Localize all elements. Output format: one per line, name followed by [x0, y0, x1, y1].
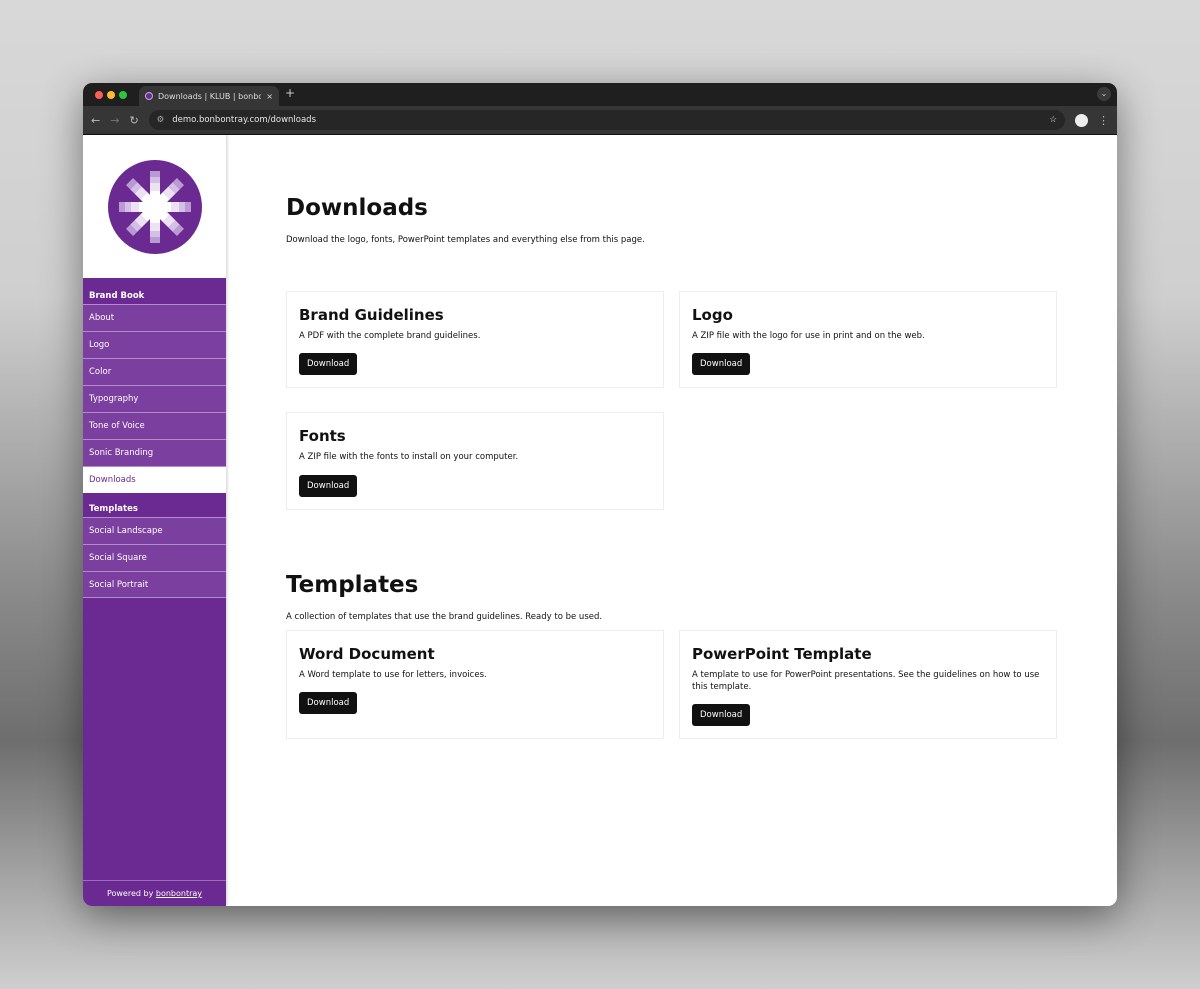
- browser-window: Downloads | KLUB | bonbontray × + ⌄ ← → …: [83, 83, 1117, 906]
- card-title: PowerPoint Template: [692, 644, 872, 663]
- sidebar-item-social-portrait[interactable]: Social Portrait: [83, 571, 226, 598]
- templates-grid: Word Document A Word template to use for…: [286, 629, 1117, 740]
- sidebar-section-brand-book: Brand Book: [89, 291, 145, 301]
- download-button[interactable]: Download: [299, 353, 358, 376]
- reload-icon[interactable]: ↻: [129, 114, 138, 127]
- site-settings-icon[interactable]: ⚙: [157, 115, 165, 125]
- page-description: Download the logo, fonts, PowerPoint tem…: [286, 235, 645, 245]
- card-title: Logo: [692, 306, 733, 324]
- minimize-window-button[interactable]: [107, 91, 115, 99]
- back-icon[interactable]: ←: [91, 114, 100, 127]
- template-card-powerpoint: PowerPoint Template A template to use fo…: [679, 629, 1057, 740]
- browser-menu-icon[interactable]: ⋮: [1098, 114, 1109, 127]
- tab-search-chevron-icon[interactable]: ⌄: [1097, 87, 1111, 101]
- sidebar-item-typography[interactable]: Typography: [83, 385, 226, 412]
- sidebar: Brand Book About Logo Color Typography T…: [83, 135, 226, 906]
- sidebar-item-color[interactable]: Color: [83, 358, 226, 385]
- download-card-logo: Logo A ZIP file with the logo for use in…: [679, 291, 1057, 389]
- sidebar-footer: Powered by bonbontray: [83, 880, 226, 906]
- bonbontray-link[interactable]: bonbontray: [156, 889, 202, 898]
- download-card-brand-guidelines: Brand Guidelines A PDF with the complete…: [286, 291, 664, 389]
- download-button[interactable]: Download: [692, 704, 751, 727]
- sidebar-item-about[interactable]: About: [83, 304, 226, 331]
- tab-bar: Downloads | KLUB | bonbontray × + ⌄: [83, 83, 1117, 106]
- download-card-fonts: Fonts A ZIP file with the fonts to insta…: [286, 412, 664, 510]
- page-title: Downloads: [286, 195, 428, 221]
- forward-icon[interactable]: →: [110, 114, 119, 127]
- main-content: Downloads Download the logo, fonts, Powe…: [226, 135, 1117, 906]
- favicon-icon: [145, 92, 153, 100]
- card-text: A ZIP file with the fonts to install on …: [299, 452, 519, 463]
- profile-avatar-icon[interactable]: [1075, 113, 1088, 127]
- url-field[interactable]: ⚙ demo.bonbontray.com/downloads ☆: [148, 110, 1065, 130]
- card-text: A Word template to use for letters, invo…: [299, 669, 487, 680]
- browser-tab[interactable]: Downloads | KLUB | bonbontray ×: [139, 86, 279, 106]
- sidebar-item-downloads[interactable]: Downloads: [83, 466, 226, 493]
- close-tab-icon[interactable]: ×: [266, 92, 273, 101]
- sidebar-item-logo[interactable]: Logo: [83, 331, 226, 358]
- card-title: Fonts: [299, 427, 346, 446]
- maximize-window-button[interactable]: [119, 91, 127, 99]
- bookmark-star-icon[interactable]: ☆: [1049, 115, 1057, 125]
- tab-title: Downloads | KLUB | bonbontray: [158, 91, 262, 101]
- close-window-button[interactable]: [95, 91, 103, 99]
- card-text: A PDF with the complete brand guidelines…: [299, 331, 481, 341]
- templates-title: Templates: [286, 571, 419, 598]
- downloads-grid: Brand Guidelines A PDF with the complete…: [286, 291, 1117, 510]
- brand-logo[interactable]: [83, 135, 226, 278]
- card-title: Brand Guidelines: [299, 306, 444, 324]
- templates-section: Templates A collection of templates that…: [286, 572, 1117, 740]
- sidebar-item-social-landscape[interactable]: Social Landscape: [83, 517, 226, 544]
- asterisk-logo-icon: [107, 159, 202, 254]
- download-button[interactable]: Download: [299, 474, 358, 497]
- download-button[interactable]: Download: [692, 353, 751, 376]
- card-title: Word Document: [299, 644, 435, 663]
- card-text: A template to use for PowerPoint present…: [692, 669, 1040, 692]
- url-text: demo.bonbontray.com/downloads: [172, 115, 317, 125]
- powered-by-text: Powered by: [106, 889, 156, 898]
- sidebar-item-tone-of-voice[interactable]: Tone of Voice: [83, 412, 226, 439]
- sidebar-section-templates: Templates: [89, 504, 138, 514]
- card-text: A ZIP file with the logo for use in prin…: [692, 331, 925, 341]
- template-card-word: Word Document A Word template to use for…: [286, 629, 664, 740]
- address-bar-row: ← → ↻ ⚙ demo.bonbontray.com/downloads ☆ …: [83, 106, 1117, 135]
- new-tab-button[interactable]: +: [285, 86, 295, 100]
- sidebar-item-sonic-branding[interactable]: Sonic Branding: [83, 439, 226, 466]
- download-button[interactable]: Download: [299, 691, 358, 714]
- templates-description: A collection of templates that use the b…: [286, 611, 603, 622]
- sidebar-item-social-square[interactable]: Social Square: [83, 544, 226, 571]
